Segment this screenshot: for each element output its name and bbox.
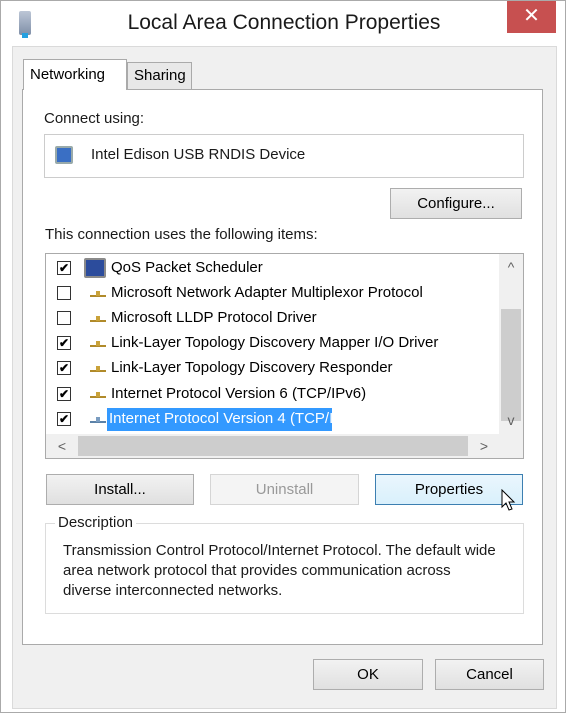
protocol-icon bbox=[90, 392, 106, 398]
configure-button[interactable]: Configure... bbox=[390, 188, 522, 219]
scheduler-icon bbox=[84, 258, 106, 278]
description-legend: Description bbox=[55, 514, 137, 531]
device-name: Intel Edison USB RNDIS Device bbox=[91, 146, 306, 163]
list-item[interactable]: Microsoft Network Adapter Multiplexor Pr… bbox=[46, 281, 506, 306]
list-item-selected[interactable]: ✔ Internet Protocol Version 4 (TCP/IPv4) bbox=[46, 407, 506, 432]
checkbox[interactable]: ✔ bbox=[57, 261, 71, 275]
protocol-icon bbox=[90, 366, 106, 372]
checkbox[interactable]: ✔ bbox=[57, 387, 71, 401]
list-item[interactable]: Microsoft LLDP Protocol Driver bbox=[46, 306, 506, 331]
tab-networking[interactable]: Networking bbox=[23, 59, 127, 90]
install-button[interactable]: Install... bbox=[46, 474, 194, 505]
network-adapter-icon bbox=[55, 146, 73, 164]
items-list[interactable]: ✔ QoS Packet Scheduler Microsoft Network … bbox=[45, 253, 524, 459]
items-label: This connection uses the following items… bbox=[45, 226, 318, 243]
mouse-cursor-icon bbox=[501, 489, 516, 511]
close-button[interactable]: ✕ bbox=[507, 1, 556, 33]
list-item[interactable]: ✔ QoS Packet Scheduler bbox=[46, 256, 506, 281]
tab-sharing[interactable]: Sharing bbox=[127, 62, 192, 89]
list-item[interactable]: ✔ Internet Protocol Version 6 (TCP/IPv6) bbox=[46, 382, 506, 407]
protocol-icon bbox=[90, 341, 106, 347]
scroll-right-icon[interactable]: > bbox=[474, 438, 494, 454]
list-item[interactable]: ✔ Link-Layer Topology Discovery Mapper I/… bbox=[46, 331, 506, 356]
list-item[interactable]: ✔ Link-Layer Topology Discovery Responder bbox=[46, 356, 506, 381]
protocol-icon bbox=[90, 291, 106, 297]
uninstall-button[interactable]: Uninstall bbox=[210, 474, 359, 505]
protocol-icon bbox=[90, 417, 106, 423]
vertical-scroll-thumb[interactable] bbox=[501, 309, 521, 421]
scroll-up-icon[interactable]: ^ bbox=[501, 259, 521, 275]
checkbox[interactable]: ✔ bbox=[57, 361, 71, 375]
horizontal-scroll-thumb[interactable] bbox=[78, 436, 468, 456]
checkbox[interactable]: ✔ bbox=[57, 336, 71, 350]
device-box: Intel Edison USB RNDIS Device bbox=[44, 134, 524, 178]
checkbox[interactable]: ✔ bbox=[57, 412, 71, 426]
scroll-left-icon[interactable]: < bbox=[52, 438, 72, 454]
ok-button[interactable]: OK bbox=[313, 659, 423, 690]
cancel-button[interactable]: Cancel bbox=[435, 659, 544, 690]
scroll-down-icon[interactable]: v bbox=[501, 412, 521, 428]
window-title: Local Area Connection Properties bbox=[127, 11, 441, 34]
protocol-icon bbox=[90, 316, 106, 322]
description-text: Transmission Control Protocol/Internet P… bbox=[63, 542, 496, 599]
connect-using-label: Connect using: bbox=[44, 110, 145, 127]
checkbox[interactable] bbox=[57, 286, 71, 300]
checkbox[interactable] bbox=[57, 311, 71, 325]
